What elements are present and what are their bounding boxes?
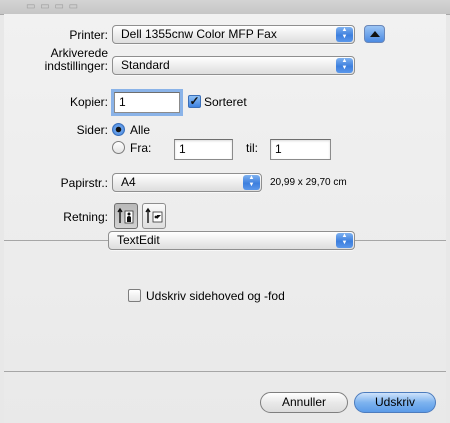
landscape-orientation-button[interactable] (142, 203, 166, 229)
presets-label: Arkiverede indstillinger: (8, 47, 108, 73)
print-dialog-sheet: Printer: Dell 1355cnw Color MFP Fax ▲ ▼ A… (4, 14, 446, 423)
pages-from-radio[interactable] (112, 141, 125, 154)
bottom-divider (4, 371, 446, 372)
section-divider-left (4, 240, 108, 241)
pages-to-label: til: (246, 141, 258, 155)
portrait-orientation-button[interactable] (114, 203, 138, 229)
orientation-label: Retning: (63, 210, 108, 224)
presets-label-line2: indstillinger: (44, 59, 108, 73)
header-footer-checkbox[interactable] (128, 289, 141, 302)
paper-size-popup[interactable]: A4 ▲ ▼ (112, 173, 262, 192)
pages-label: Sider: (76, 123, 108, 137)
section-value: TextEdit (117, 233, 160, 247)
pages-from-label: Fra: (130, 141, 152, 155)
collate-checkbox[interactable]: ✓ (188, 95, 201, 108)
printer-label: Printer: (69, 28, 108, 42)
window-title-strip: ▭ ▭ ▭ ▭ (0, 0, 450, 15)
presets-value: Standard (121, 58, 170, 72)
portrait-icon (117, 207, 134, 224)
copies-input[interactable]: 1 (114, 92, 180, 113)
popup-arrows-icon: ▲ ▼ (336, 58, 353, 73)
copies-label: Kopier: (69, 95, 108, 109)
print-button[interactable]: Udskriv (354, 392, 436, 413)
section-divider-right (355, 240, 446, 241)
landscape-icon (145, 207, 163, 223)
section-popup[interactable]: TextEdit ▲ ▼ (108, 231, 355, 250)
popup-arrows-icon: ▲ ▼ (336, 233, 353, 248)
printer-popup[interactable]: Dell 1355cnw Color MFP Fax ▲ ▼ (112, 25, 355, 44)
paper-dimensions: 20,99 x 29,70 cm (270, 177, 347, 188)
disclosure-triangle-button[interactable] (364, 25, 385, 43)
paper-size-label: Papirstr.: (60, 176, 108, 190)
title-strip-decoration: ▭ ▭ ▭ ▭ (26, 1, 80, 12)
pages-from-input[interactable]: 1 (174, 139, 233, 160)
pages-all-label: Alle (130, 123, 151, 137)
paper-size-value: A4 (121, 175, 136, 189)
popup-arrows-icon: ▲ ▼ (243, 175, 260, 190)
pages-to-input[interactable]: 1 (270, 139, 331, 160)
collate-label: Sorteret (204, 95, 247, 109)
printer-value: Dell 1355cnw Color MFP Fax (121, 27, 277, 41)
presets-popup[interactable]: Standard ▲ ▼ (112, 56, 355, 75)
pages-all-radio[interactable] (112, 123, 125, 136)
popup-arrows-icon: ▲ ▼ (336, 27, 353, 42)
cancel-button[interactable]: Annuller (260, 392, 348, 413)
header-footer-label: Udskriv sidehoved og -fod (146, 289, 285, 303)
